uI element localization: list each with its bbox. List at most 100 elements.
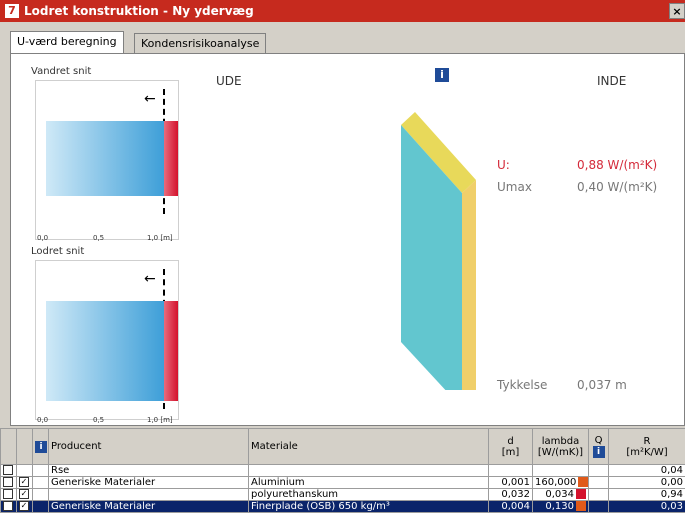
row-select-box[interactable] bbox=[0, 500, 17, 513]
d-cell bbox=[488, 464, 533, 477]
d-cell: 0,004 bbox=[488, 500, 533, 513]
row-select-box[interactable] bbox=[0, 488, 17, 501]
header-producer[interactable]: Producent bbox=[48, 428, 249, 465]
producer-cell: Generiske Materialer bbox=[48, 476, 249, 489]
material-cell: Finerplade (OSB) 650 kg/m³ bbox=[248, 500, 489, 513]
d-cell: 0,001 bbox=[488, 476, 533, 489]
header-lambda[interactable]: lambda [W/(mK)] bbox=[532, 428, 589, 465]
lambda-value: 0,130 bbox=[545, 501, 574, 512]
header-blank bbox=[0, 428, 17, 465]
r-cell: 0,03 bbox=[608, 500, 685, 513]
q-cell bbox=[588, 488, 609, 501]
outside-gradient bbox=[46, 121, 164, 196]
header-r-label: R bbox=[643, 435, 651, 447]
r-cell: 0,94 bbox=[608, 488, 685, 501]
row-select-box[interactable] bbox=[0, 464, 17, 477]
inside-label: INDE bbox=[597, 74, 627, 88]
scale-label-mid: 0,5 bbox=[93, 416, 105, 424]
info-icon: i bbox=[592, 446, 605, 458]
header-d[interactable]: d [m] bbox=[488, 428, 533, 465]
arrow-left-icon: ← bbox=[144, 91, 156, 107]
window-title: Lodret konstruktion - Ny ydervæg bbox=[24, 4, 254, 18]
info-icon[interactable]: i bbox=[435, 68, 449, 82]
tab-content: Vandret snit ← 0,0 0,5 1,0 [m] Lodret sn… bbox=[10, 53, 685, 426]
q-cell bbox=[588, 500, 609, 513]
scale-label-end: 1,0 [m] bbox=[147, 416, 173, 424]
material-cell bbox=[248, 464, 489, 477]
header-d-label: d bbox=[507, 435, 514, 447]
u-label: U: bbox=[497, 158, 510, 172]
horizontal-scale: 0,0 0,5 1,0 [m] bbox=[35, 232, 179, 246]
vertical-scale: 0,0 0,5 1,0 [m] bbox=[35, 414, 179, 428]
wall-3d-view bbox=[401, 112, 476, 390]
row-select-box[interactable] bbox=[0, 476, 17, 489]
table-row[interactable]: ✓ polyurethanskum 0,032 0,034 0,94 bbox=[0, 488, 685, 501]
umax-value: 0,40 W/(m²K) bbox=[577, 180, 658, 194]
material-cell: Aluminium bbox=[248, 476, 489, 489]
row-checkbox[interactable] bbox=[3, 501, 13, 511]
producer-cell bbox=[48, 488, 249, 501]
table-row[interactable]: ✓ Generiske Materialer Aluminium 0,001 1… bbox=[0, 476, 685, 489]
row-cell bbox=[32, 500, 49, 513]
row-checkbox[interactable] bbox=[3, 465, 13, 475]
lambda-cell bbox=[532, 464, 589, 477]
lambda-cell: 160,000 bbox=[532, 476, 589, 489]
close-button[interactable]: × bbox=[669, 3, 685, 19]
scale-label-mid: 0,5 bbox=[93, 234, 105, 242]
arrow-left-icon: ← bbox=[144, 271, 156, 287]
lambda-value: 160,000 bbox=[535, 477, 577, 488]
include-checkbox[interactable]: ✓ bbox=[19, 477, 29, 487]
u-value: 0,88 W/(m²K) bbox=[577, 158, 658, 172]
scale-label-start: 0,0 bbox=[37, 234, 49, 242]
info-icon: i bbox=[35, 440, 47, 453]
header-info[interactable]: i bbox=[32, 428, 49, 465]
outside-label: UDE bbox=[216, 74, 242, 88]
quality-badge-icon bbox=[576, 501, 586, 511]
horizontal-section-label: Vandret snit bbox=[31, 66, 92, 77]
d-cell: 0,032 bbox=[488, 488, 533, 501]
r-cell: 0,04 bbox=[608, 464, 685, 477]
table-row-selected[interactable]: ✓ Generiske Materialer Finerplade (OSB) … bbox=[0, 500, 685, 513]
app-icon: 7 bbox=[5, 4, 19, 18]
vertical-section-diagram: ← bbox=[35, 260, 179, 420]
lambda-cell: 0,034 bbox=[532, 488, 589, 501]
producer-cell: Generiske Materialer bbox=[48, 500, 249, 513]
thickness-label: Tykkelse bbox=[497, 378, 548, 392]
outside-gradient bbox=[46, 301, 164, 401]
row-include-box[interactable]: ✓ bbox=[16, 488, 33, 501]
include-checkbox[interactable]: ✓ bbox=[19, 489, 29, 499]
table-row[interactable]: Rse 0,04 bbox=[0, 464, 685, 477]
title-bar: 7 Lodret konstruktion - Ny ydervæg × bbox=[0, 0, 685, 22]
header-material[interactable]: Materiale bbox=[248, 428, 489, 465]
table-header-row: i Producent Materiale d [m] lambda [W/(m… bbox=[0, 428, 685, 465]
row-cell bbox=[32, 488, 49, 501]
q-cell bbox=[588, 464, 609, 477]
tab-u-value[interactable]: U-værd beregning bbox=[10, 31, 124, 54]
row-cell bbox=[16, 464, 33, 477]
wall-side-face bbox=[462, 180, 476, 390]
horizontal-section-diagram: ← bbox=[35, 80, 179, 240]
producer-cell: Rse bbox=[48, 464, 249, 477]
umax-label: Umax bbox=[497, 180, 532, 194]
inside-gradient bbox=[164, 121, 178, 196]
include-checkbox[interactable]: ✓ bbox=[19, 501, 29, 511]
row-include-box[interactable]: ✓ bbox=[16, 476, 33, 489]
row-checkbox[interactable] bbox=[3, 477, 13, 487]
r-cell: 0,00 bbox=[608, 476, 685, 489]
quality-badge-icon bbox=[578, 477, 588, 487]
header-r[interactable]: R [m²K/W] bbox=[608, 428, 685, 465]
q-cell bbox=[588, 476, 609, 489]
header-q[interactable]: Q i bbox=[588, 428, 609, 465]
header-q-label: Q bbox=[594, 435, 603, 446]
vertical-section-label: Lodret snit bbox=[31, 246, 85, 257]
row-cell bbox=[32, 476, 49, 489]
header-d-unit: [m] bbox=[501, 446, 520, 458]
row-include-box[interactable]: ✓ bbox=[16, 500, 33, 513]
tab-condensation[interactable]: Kondensrisikoanalyse bbox=[134, 33, 267, 53]
thickness-value: 0,037 m bbox=[577, 378, 627, 392]
row-checkbox[interactable] bbox=[3, 489, 13, 499]
header-r-unit: [m²K/W] bbox=[626, 446, 668, 458]
header-lambda-unit: [W/(mK)] bbox=[537, 446, 584, 458]
scale-label-end: 1,0 [m] bbox=[147, 234, 173, 242]
row-cell bbox=[32, 464, 49, 477]
